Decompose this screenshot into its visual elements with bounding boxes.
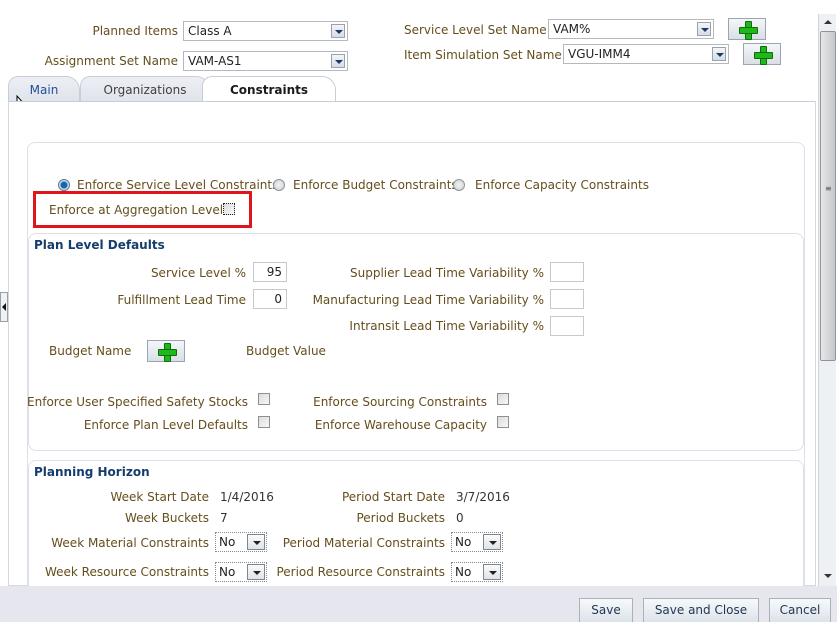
radio-budget-constraints[interactable] bbox=[273, 179, 285, 191]
add-service-level-set-button[interactable] bbox=[728, 18, 766, 40]
week-start-date-value: 1/4/2016 bbox=[220, 490, 274, 504]
safety-stocks-checkbox[interactable] bbox=[258, 393, 270, 405]
period-start-date-value: 3/7/2016 bbox=[456, 490, 510, 504]
cancel-button[interactable]: Cancel bbox=[769, 598, 831, 622]
plan-level-defaults-title: Plan Level Defaults bbox=[34, 238, 165, 252]
footer-bar: Save Save and Close Cancel bbox=[0, 586, 837, 622]
tab-bar: Main Organizations Constraints bbox=[8, 76, 816, 102]
fulfillment-lead-time-label: Fulfillment Lead Time bbox=[117, 293, 246, 307]
period-resource-label: Period Resource Constraints bbox=[276, 565, 445, 579]
week-resource-value: No bbox=[219, 565, 236, 579]
safety-stocks-label: Enforce User Specified Safety Stocks bbox=[27, 395, 248, 409]
manufacturing-variability-label: Manufacturing Lead Time Variability % bbox=[312, 293, 544, 307]
assignment-set-value: VAM-AS1 bbox=[188, 54, 242, 68]
fulfillment-lead-time-input[interactable]: 0 bbox=[253, 289, 287, 309]
vertical-scrollbar[interactable]: ≡ bbox=[818, 14, 836, 586]
week-material-value: No bbox=[219, 535, 236, 549]
planned-items-value: Class A bbox=[188, 24, 232, 38]
aggregation-checkbox[interactable] bbox=[223, 203, 235, 215]
assignment-set-select[interactable]: VAM-AS1 bbox=[183, 51, 348, 71]
warehouse-capacity-checkbox[interactable] bbox=[497, 416, 509, 428]
service-level-label: Service Level % bbox=[150, 266, 246, 280]
chevron-down-icon[interactable] bbox=[712, 47, 726, 61]
service-level-set-label: Service Level Set Name bbox=[404, 23, 547, 37]
intransit-variability-input[interactable] bbox=[550, 316, 584, 336]
period-material-value: No bbox=[455, 535, 472, 549]
collapse-panel-handle[interactable] bbox=[0, 292, 8, 322]
radio-service-level-constraints[interactable] bbox=[58, 179, 70, 191]
planned-items-label: Planned Items bbox=[92, 24, 178, 38]
save-and-close-button[interactable]: Save and Close bbox=[643, 598, 759, 622]
intransit-variability-label: Intransit Lead Time Variability % bbox=[349, 319, 544, 333]
item-simulation-set-label: Item Simulation Set Name bbox=[404, 48, 562, 62]
period-resource-select[interactable]: No bbox=[451, 562, 503, 582]
radio-capacity-constraints[interactable] bbox=[453, 179, 465, 191]
plan-level-defaults-checkbox[interactable] bbox=[258, 416, 270, 428]
chevron-down-icon[interactable] bbox=[697, 22, 711, 36]
scrollbar-thumb[interactable]: ≡ bbox=[820, 31, 836, 361]
service-level-set-select[interactable]: VAM% bbox=[548, 19, 714, 39]
planning-horizon-title: Planning Horizon bbox=[34, 465, 150, 479]
week-buckets-value: 7 bbox=[220, 511, 228, 525]
radio-service-level-label: Enforce Service Level Constraints bbox=[77, 178, 279, 192]
tab-constraints[interactable]: Constraints bbox=[202, 76, 336, 102]
service-level-input[interactable]: 95 bbox=[253, 262, 287, 282]
item-simulation-set-select[interactable]: VGU-IMM4 bbox=[563, 44, 729, 64]
save-button[interactable]: Save bbox=[579, 598, 633, 622]
add-icon bbox=[158, 343, 177, 362]
add-icon bbox=[739, 21, 758, 40]
chevron-down-icon[interactable] bbox=[483, 564, 501, 580]
tab-organizations[interactable]: Organizations bbox=[80, 76, 210, 102]
scroll-up-icon[interactable] bbox=[824, 20, 832, 24]
grip-icon: ≡ bbox=[825, 184, 832, 193]
sourcing-constraints-label: Enforce Sourcing Constraints bbox=[313, 395, 487, 409]
week-resource-label: Week Resource Constraints bbox=[44, 565, 209, 579]
radio-budget-label: Enforce Budget Constraints bbox=[293, 178, 458, 192]
planned-items-select[interactable]: Class A bbox=[183, 21, 348, 41]
period-resource-value: No bbox=[455, 565, 472, 579]
warehouse-capacity-label: Enforce Warehouse Capacity bbox=[314, 418, 487, 432]
supplier-variability-label: Supplier Lead Time Variability % bbox=[350, 266, 544, 280]
manufacturing-variability-input[interactable] bbox=[550, 289, 584, 309]
chevron-down-icon[interactable] bbox=[331, 54, 345, 68]
supplier-variability-input[interactable] bbox=[550, 262, 584, 282]
budget-value-label: Budget Value bbox=[246, 344, 326, 358]
budget-name-label: Budget Name bbox=[49, 344, 132, 358]
week-start-date-label: Week Start Date bbox=[110, 490, 209, 504]
period-start-date-label: Period Start Date bbox=[341, 490, 445, 504]
assignment-set-label: Assignment Set Name bbox=[44, 54, 178, 68]
chevron-down-icon[interactable] bbox=[331, 24, 345, 38]
week-material-label: Week Material Constraints bbox=[51, 536, 209, 550]
add-budget-button[interactable] bbox=[147, 340, 185, 362]
period-buckets-value: 0 bbox=[456, 511, 464, 525]
chevron-down-icon[interactable] bbox=[483, 534, 501, 550]
sourcing-constraints-checkbox[interactable] bbox=[497, 393, 509, 405]
add-icon bbox=[754, 46, 773, 65]
service-level-set-value: VAM% bbox=[553, 22, 591, 36]
period-material-label: Period Material Constraints bbox=[282, 536, 445, 550]
period-material-select[interactable]: No bbox=[451, 532, 503, 552]
scroll-down-icon[interactable] bbox=[824, 574, 832, 578]
item-simulation-set-value: VGU-IMM4 bbox=[568, 47, 631, 61]
add-item-simulation-set-button[interactable] bbox=[743, 43, 781, 65]
aggregation-label: Enforce at Aggregation Level bbox=[49, 203, 224, 217]
plan-level-defaults-check-label: Enforce Plan Level Defaults bbox=[83, 418, 248, 432]
radio-capacity-label: Enforce Capacity Constraints bbox=[475, 178, 649, 192]
week-buckets-label: Week Buckets bbox=[125, 511, 209, 525]
period-buckets-label: Period Buckets bbox=[356, 511, 445, 525]
